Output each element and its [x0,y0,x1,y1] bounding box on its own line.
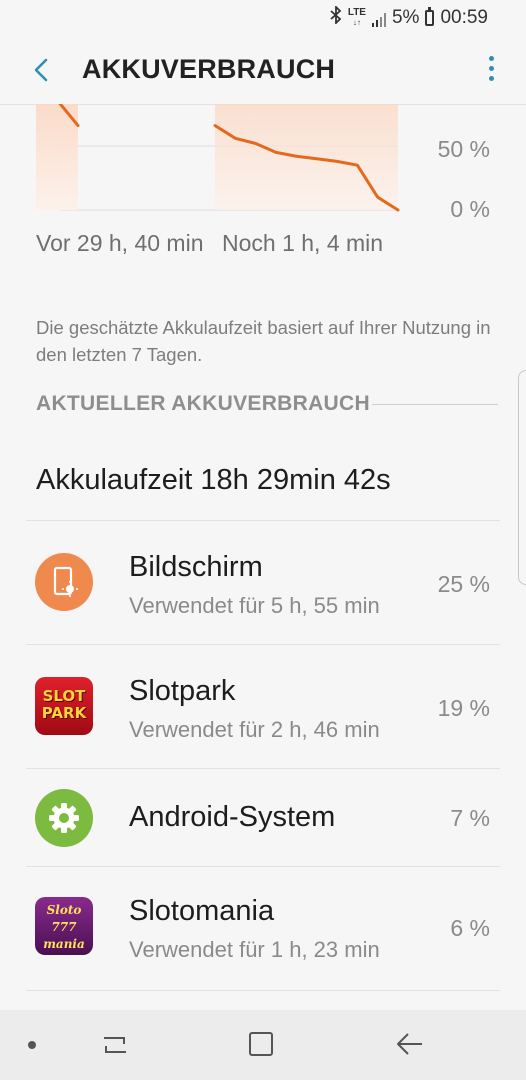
app-name: Slotpark [129,675,236,707]
app-percent: 25 % [437,571,490,597]
app-name: Slotomania [129,895,275,927]
x-tick-label: Vor 29 h, 40 min [36,230,204,256]
app-usage: Verwendet für 2 h, 46 min [129,717,380,742]
y-tick-label: 0 % [450,196,490,222]
x-tick-label: Noch 1 h, 4 min [222,230,384,256]
app-row-android-system[interactable]: Android-System 7 % [0,769,526,865]
section-divider [372,404,498,405]
page-title: AKKUVERBRAUCH [82,54,336,84]
slotomania-app-icon: Sloto 777 mania [35,897,93,955]
battery-runtime: Akkulaufzeit 18h 29min 42s [36,464,391,496]
app-row-bildschirm[interactable]: Bildschirm Verwendet für 5 h, 55 min 25 … [0,521,526,643]
battery-icon [425,6,435,26]
clock: 00:59 [440,6,488,28]
slotomania-logo-text: Sloto 777 mania [43,903,85,951]
app-usage: Verwendet für 5 h, 55 min [129,593,380,618]
gear-icon [35,789,93,847]
divider [26,990,500,991]
app-row-slotpark[interactable]: SLOT PARK Slotpark Verwendet für 2 h, 46… [0,645,526,767]
app-name: Android-System [129,801,336,833]
screen-brightness-icon [35,553,93,611]
battery-chart [0,104,526,224]
app-usage: Verwendet für 1 h, 23 min [129,937,380,962]
signal-icon [371,11,386,27]
bluetooth-icon [330,4,342,29]
nav-dot-icon[interactable] [28,1041,36,1049]
home-icon[interactable] [249,1032,273,1056]
nav-back-icon[interactable] [394,1030,424,1063]
app-name: Bildschirm [129,551,263,583]
slotpark-logo-text: SLOT PARK [41,687,87,722]
app-percent: 6 % [450,915,490,941]
network-type: LTE ↓↑ [347,6,366,27]
battery-chart-svg [36,104,400,212]
navigation-bar [0,1010,526,1080]
back-arrow-icon[interactable] [22,50,62,90]
app-bar: AKKUVERBRAUCH [0,36,526,105]
edge-panel-handle[interactable] [518,370,526,585]
section-title: AKTUELLER AKKUVERBRAUCH [36,392,370,415]
status-icons: LTE ↓↑ 5% 00:59 [330,4,488,29]
x-axis-labels: Vor 29 h, 40 min Noch 1 h, 4 min [36,230,410,262]
app-row-slotomania[interactable]: Sloto 777 mania Slotomania Verwendet für… [0,867,526,989]
app-percent: 19 % [437,695,490,721]
estimate-info-text: Die geschätzte Akkulaufzeit basiert auf … [36,317,491,365]
battery-percent: 5% [391,6,420,28]
y-tick-label: 50 % [437,136,490,162]
more-vert-icon[interactable] [486,56,496,86]
app-percent: 7 % [450,805,490,831]
slotpark-app-icon: SLOT PARK [35,677,93,735]
status-bar: LTE ↓↑ 5% 00:59 [0,0,526,36]
recent-apps-icon[interactable] [100,1032,130,1063]
